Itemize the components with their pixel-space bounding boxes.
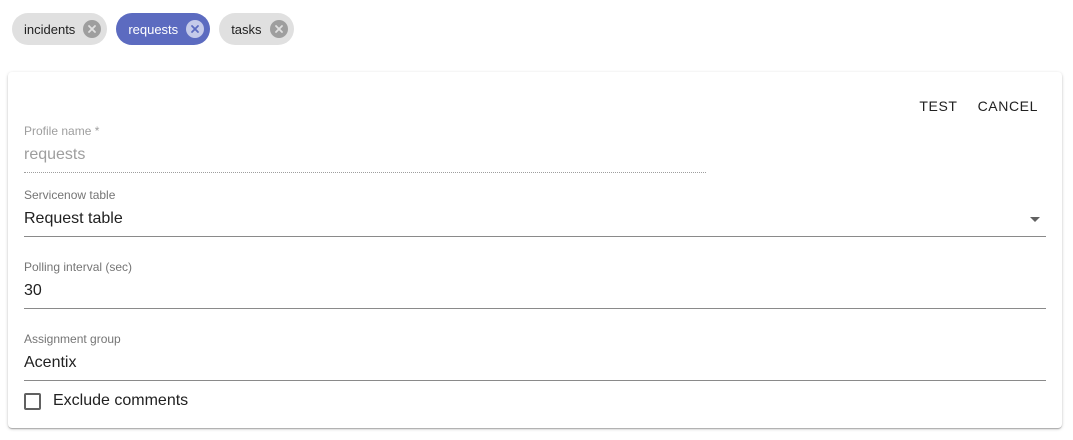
- chip-incidents[interactable]: incidents: [12, 13, 108, 45]
- servicenow-table-label: Servicenow table: [24, 188, 116, 202]
- chip-label: incidents: [24, 21, 76, 37]
- servicenow-table-underline: [24, 236, 1046, 237]
- close-icon[interactable]: [269, 20, 288, 38]
- test-button[interactable]: TEST: [909, 92, 967, 120]
- exclude-comments-checkbox[interactable]: [24, 392, 41, 410]
- profile-name-input[interactable]: requests: [24, 144, 706, 166]
- chip-requests[interactable]: requests: [116, 13, 211, 45]
- servicenow-table-select[interactable]: Servicenow table Request table: [24, 188, 1046, 237]
- polling-interval-label: Polling interval (sec): [24, 260, 133, 274]
- arrow-drop-down-icon[interactable]: [1030, 217, 1040, 222]
- polling-interval-input[interactable]: 30: [24, 280, 1046, 302]
- profile-chips: incidents requests tasks: [12, 13, 294, 45]
- assignment-group-underline: [24, 380, 1046, 381]
- exclude-comments-label: Exclude comments: [53, 392, 189, 409]
- polling-interval-underline: [24, 308, 1046, 309]
- profile-name-underline: [24, 172, 706, 173]
- profile-name-label: Profile name *: [24, 124, 100, 138]
- chip-label: tasks: [231, 21, 262, 37]
- form-actions: TEST CANCEL: [909, 92, 1048, 120]
- close-icon[interactable]: [186, 20, 205, 38]
- assignment-group-label: Assignment group: [24, 332, 121, 346]
- servicenow-table-value[interactable]: Request table: [24, 208, 1046, 230]
- cancel-button[interactable]: CANCEL: [968, 92, 1048, 120]
- close-icon[interactable]: [83, 20, 102, 38]
- polling-interval-field[interactable]: Polling interval (sec) 30: [24, 260, 1046, 309]
- chip-label: requests: [128, 21, 179, 37]
- profile-form-card: TEST CANCEL Profile name * requests Serv…: [8, 72, 1062, 428]
- assignment-group-input[interactable]: Acentix: [24, 352, 1046, 374]
- profile-name-field[interactable]: Profile name * requests: [24, 124, 706, 173]
- chip-tasks[interactable]: tasks: [219, 13, 294, 45]
- exclude-comments-row[interactable]: Exclude comments: [24, 392, 188, 410]
- assignment-group-field[interactable]: Assignment group Acentix: [24, 332, 1046, 381]
